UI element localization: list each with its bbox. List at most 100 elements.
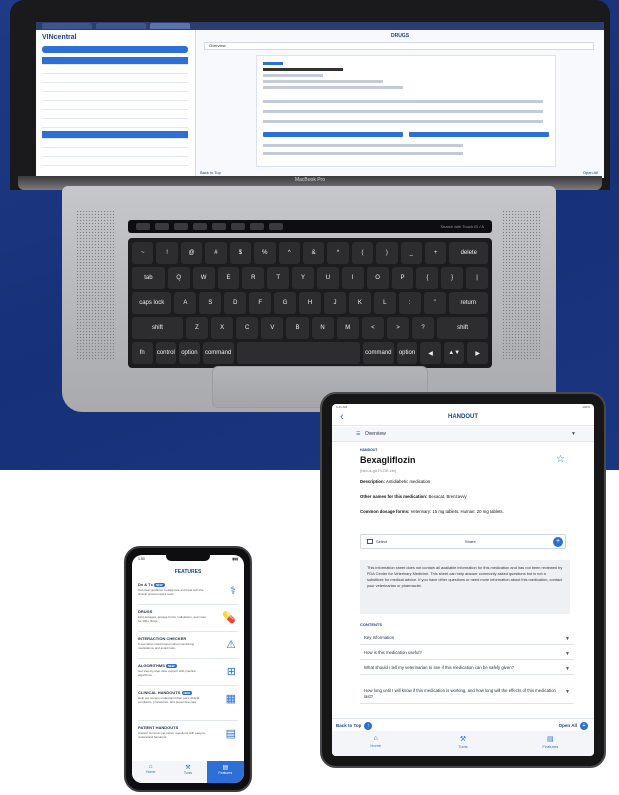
- keyboard-key[interactable]: #: [205, 242, 227, 264]
- plus-icon[interactable]: +: [553, 537, 563, 547]
- select-button[interactable]: Select: [367, 539, 387, 545]
- back-to-top-button[interactable]: Back to Top ↑: [336, 722, 373, 730]
- browser-tab[interactable]: [96, 23, 146, 29]
- share-button[interactable]: Share: [465, 539, 476, 544]
- keyboard-key[interactable]: >: [386, 317, 410, 339]
- open-all-link[interactable]: Open All: [583, 170, 598, 175]
- keyboard-key[interactable]: &: [302, 242, 325, 264]
- keyboard-key[interactable]: <: [361, 317, 384, 339]
- keyboard-key[interactable]: delete: [449, 242, 489, 264]
- keyboard-key[interactable]: $: [229, 242, 252, 264]
- contents-item[interactable]: How long until I will know if this medic…: [360, 685, 574, 704]
- sidebar-item[interactable]: [42, 158, 188, 166]
- touchbar-key[interactable]: [231, 223, 245, 230]
- keyboard-key[interactable]: tab: [132, 267, 165, 289]
- keyboard-key[interactable]: %: [254, 242, 276, 264]
- sidebar-search-input[interactable]: [42, 46, 188, 53]
- keyboard-key[interactable]: U: [316, 267, 339, 289]
- keyboard-key[interactable]: X: [211, 317, 234, 339]
- keyboard-key[interactable]: ▲▼: [443, 342, 465, 364]
- keyboard-key[interactable]: O: [366, 267, 389, 289]
- keyboard-key[interactable]: Q: [167, 267, 190, 289]
- keyboard-key[interactable]: command: [202, 342, 234, 364]
- tab-tools[interactable]: ⚒ Tools: [169, 761, 206, 783]
- feature-item[interactable]: PATIENT HANDOUTS Answer common pet owner…: [138, 722, 238, 756]
- keyboard-key[interactable]: D: [224, 292, 247, 314]
- keyboard-key[interactable]: !: [156, 242, 178, 264]
- contents-item[interactable]: What should I tell my veterinarian to se…: [360, 662, 574, 675]
- keyboard-key[interactable]: H: [299, 292, 321, 314]
- feature-item[interactable]: Dx & Tx NEW Get clear guidance to diagno…: [138, 579, 238, 605]
- keyboard-key[interactable]: B: [286, 317, 309, 339]
- back-to-top-link[interactable]: Back to Top: [200, 170, 221, 175]
- star-icon[interactable]: ☆: [556, 454, 565, 465]
- keyboard-key[interactable]: T: [267, 267, 290, 289]
- keyboard-key[interactable]: J: [323, 292, 346, 314]
- keyboard-key[interactable]: {: [416, 267, 439, 289]
- keyboard-key[interactable]: control: [155, 342, 177, 364]
- keyboard-key[interactable]: ): [376, 242, 398, 264]
- feature-item[interactable]: ALGORITHMS NEW Get step-by-step case sup…: [138, 660, 238, 686]
- keyboard-key[interactable]: ?: [412, 317, 435, 339]
- overview-dropdown[interactable]: Overview: [204, 42, 594, 50]
- sidebar-item[interactable]: [42, 93, 188, 101]
- action-button[interactable]: [263, 132, 403, 137]
- touch-bar[interactable]: Search with Touch ID / A: [128, 220, 492, 233]
- contents-item[interactable]: Key Information ▼: [360, 632, 574, 645]
- keyboard-key[interactable]: shift: [132, 317, 183, 339]
- touchbar-key[interactable]: [212, 223, 226, 230]
- keyboard-key[interactable]: |: [466, 267, 488, 289]
- feature-item[interactable]: INTERACTION CHECKER Know what could happ…: [138, 633, 238, 659]
- keyboard-key[interactable]: option: [179, 342, 200, 364]
- tab-features[interactable]: ▤ Features: [206, 761, 244, 783]
- keyboard-key[interactable]: R: [242, 267, 265, 289]
- sidebar-item[interactable]: [42, 66, 188, 74]
- keyboard-key[interactable]: (: [351, 242, 374, 264]
- sidebar-item[interactable]: [42, 102, 188, 110]
- browser-tab[interactable]: [42, 23, 92, 29]
- browser-tab-active[interactable]: [150, 23, 190, 29]
- keyboard-key[interactable]: fn: [132, 342, 153, 364]
- tab-tools[interactable]: ⚒ Tools: [419, 731, 506, 756]
- keyboard-key[interactable]: S: [199, 292, 222, 314]
- keyboard-key[interactable]: Z: [185, 317, 209, 339]
- overview-dropdown[interactable]: ☰ Overview ▼: [356, 430, 578, 439]
- keyboard-key[interactable]: option: [396, 342, 418, 364]
- keyboard-key[interactable]: W: [192, 267, 215, 289]
- keyboard-key[interactable]: I: [341, 267, 364, 289]
- keyboard-key[interactable]: *: [327, 242, 349, 264]
- tab-features[interactable]: ▤ Features: [507, 731, 594, 756]
- keyboard-key[interactable]: L: [373, 292, 396, 314]
- keyboard-key[interactable]: ^: [278, 242, 300, 264]
- keyboard-key[interactable]: K: [348, 292, 371, 314]
- sidebar-item[interactable]: [42, 120, 188, 128]
- keyboard-key[interactable]: shift: [437, 317, 489, 339]
- touchbar-key[interactable]: [250, 223, 264, 230]
- sidebar-item[interactable]: [42, 57, 188, 65]
- touchbar-key[interactable]: [269, 223, 283, 230]
- touchbar-key[interactable]: [136, 223, 150, 230]
- sidebar-item[interactable]: [42, 131, 188, 139]
- keyboard-key[interactable]: ~: [132, 242, 154, 264]
- keyboard-key[interactable]: G: [274, 292, 297, 314]
- keyboard-key[interactable]: A: [174, 292, 197, 314]
- sidebar-item[interactable]: [42, 149, 188, 157]
- keyboard-key[interactable]: [236, 342, 360, 364]
- keyboard-key[interactable]: }: [441, 267, 464, 289]
- open-all-button[interactable]: Open All +: [559, 722, 588, 730]
- touchbar-key[interactable]: [155, 223, 169, 230]
- sidebar-item[interactable]: [42, 111, 188, 119]
- keyboard-key[interactable]: +: [425, 242, 447, 264]
- keyboard-key[interactable]: E: [217, 267, 240, 289]
- keyboard-key[interactable]: Y: [292, 267, 314, 289]
- contents-item[interactable]: How is this medication useful? ▼: [360, 647, 574, 660]
- tab-home[interactable]: ⌂ Home: [132, 761, 169, 783]
- keyboard-key[interactable]: P: [391, 267, 414, 289]
- feature-item[interactable]: DRUGS Find dosages, dosage forms, indica…: [138, 606, 238, 632]
- keyboard-key[interactable]: _: [400, 242, 423, 264]
- keyboard-key[interactable]: V: [261, 317, 284, 339]
- sidebar-item[interactable]: [42, 84, 188, 92]
- keyboard-key[interactable]: F: [249, 292, 272, 314]
- keyboard-key[interactable]: return: [448, 292, 489, 314]
- action-button[interactable]: [409, 132, 549, 137]
